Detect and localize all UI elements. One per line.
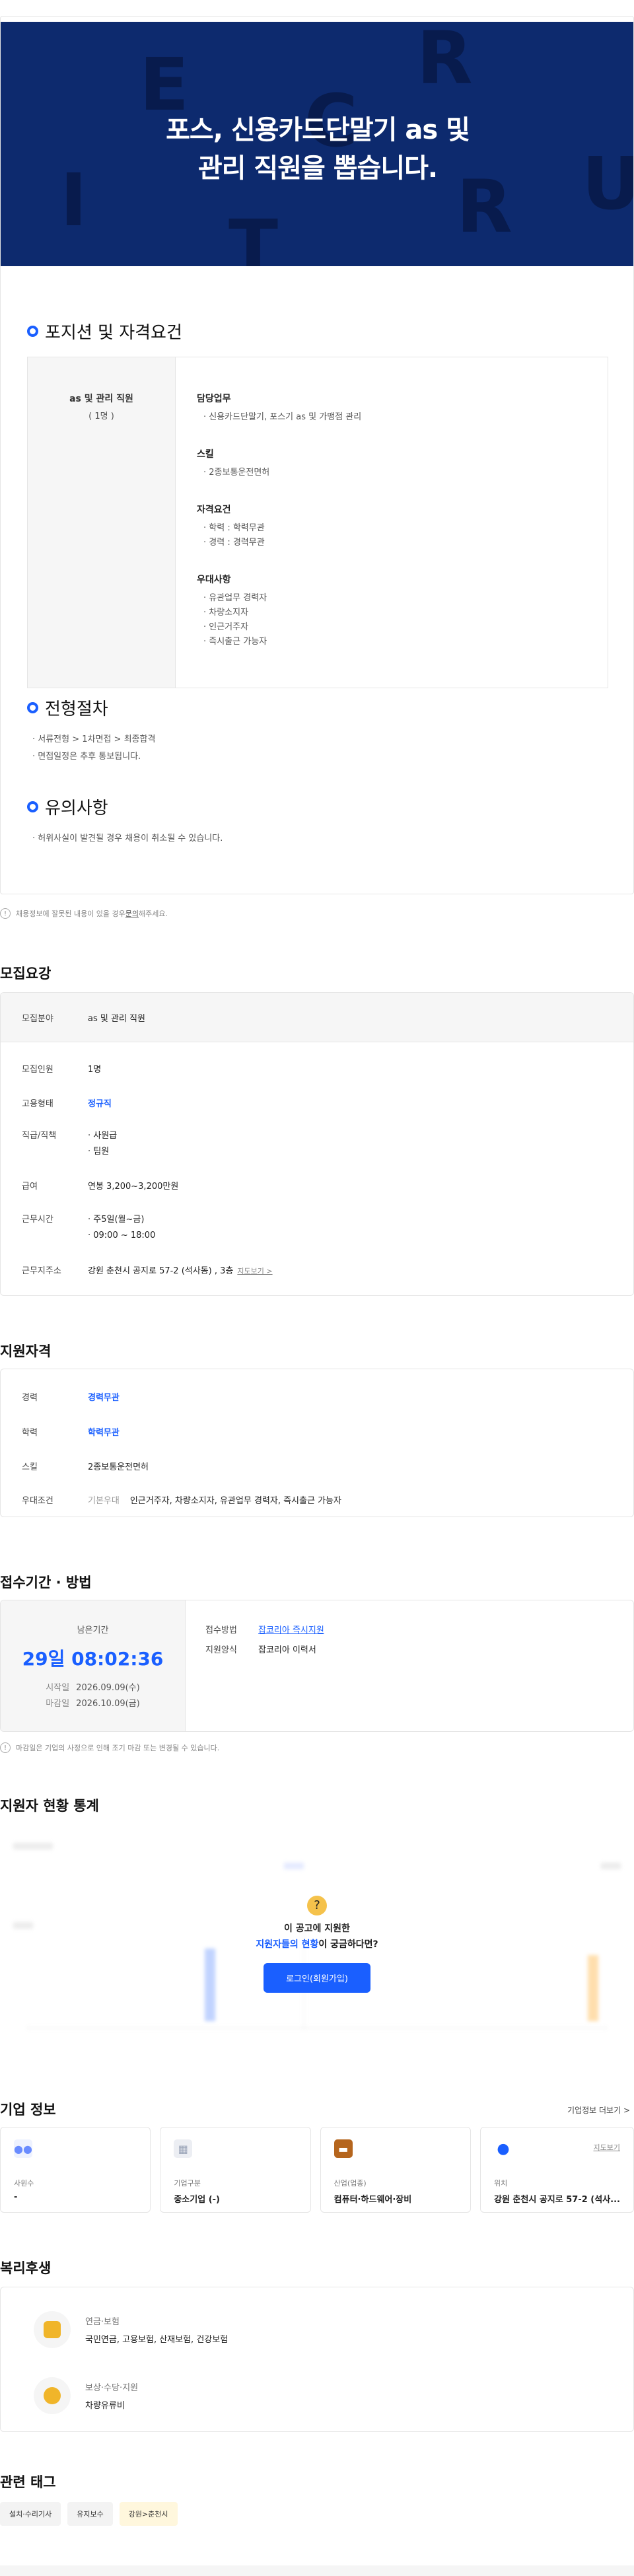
building-icon: ▦: [174, 2139, 193, 2158]
education-row: 학력 학력무관: [22, 1428, 120, 1438]
stats-area: ? 이 공고에 지원한 지원자들의 현황이 궁금하다면? 로그인(회원가입): [0, 1830, 634, 2067]
tag-item[interactable]: 유지보수: [67, 2502, 113, 2526]
work-hours-row: 근무시간 · 주5일(월~금) · 09:00 ~ 18:00: [22, 1215, 156, 1240]
company-more-link[interactable]: 기업정보 더보기 >: [567, 2104, 630, 2116]
count-row: 모집인원 1명: [22, 1065, 102, 1075]
industry-card: ▬ 산업(업종) 컴퓨터·하드웨어·장비: [320, 2127, 471, 2213]
position-details: 담당업무 · 신용카드단말기, 포스기 as 및 가맹점 관리 스킬 · 2종보…: [176, 357, 361, 688]
countdown-timer: 29일 08:02:36: [22, 1648, 164, 1670]
footer-bar: [0, 2565, 634, 2576]
job-post-card: E R C I U T R 포스, 신용카드단말기 as 및관리 직원을 뽑습니…: [0, 16, 634, 894]
career-row: 경력 경력무관: [22, 1393, 120, 1403]
address-row: 근무지주소 강원 춘천시 공지로 57-2 (석사동) , 3층 지도보기 >: [22, 1266, 273, 1276]
qualification-heading: 지원자격: [0, 1343, 52, 1359]
recruit-heading: 모집요강: [0, 966, 52, 982]
ring-bullet-icon: [27, 702, 38, 713]
method-row: 접수방법 잡코리아 즉시지원: [205, 1623, 324, 1635]
requirements-title: 자격요건: [197, 505, 231, 515]
position-name-cell: as 및 관리 직원 ( 1명 ): [28, 357, 176, 688]
form-row: 지원양식 잡코리아 이력서: [205, 1645, 316, 1655]
thinking-face-icon: ?: [307, 1896, 327, 1915]
location-card: ● 지도보기 위치 강원 춘천시 공지로 57-2 (석사...: [479, 2127, 634, 2213]
banner-letter: E: [139, 42, 190, 127]
ring-bullet-icon: [27, 801, 38, 812]
process-heading: 전형절차: [27, 696, 108, 720]
company-type-card: ▦ 기업구분 중소기업 (-): [160, 2127, 311, 2213]
login-prompt: ? 이 공고에 지원한 지원자들의 현황이 궁금하다면? 로그인(회원가입): [218, 1896, 416, 1993]
position-table: as 및 관리 직원 ( 1명 ) 담당업무 · 신용카드단말기, 포스기 as…: [27, 357, 608, 688]
position-heading: 포지션 및 자격요건: [27, 319, 182, 343]
rank-row: 직급/직책 · 사원급 · 팀원: [22, 1131, 118, 1157]
skills-title: 스킬: [197, 449, 214, 460]
quick-apply-link[interactable]: 잡코리아 즉시지원: [258, 1623, 324, 1635]
info-icon: !: [0, 908, 11, 919]
tag-item[interactable]: 강원>춘천시: [119, 2502, 178, 2526]
deadline-note: ! 마감일은 기업의 사정으로 인해 조기 마감 또는 변경될 수 있습니다.: [0, 1742, 219, 1753]
field-row: 모집분야 as 및 관리 직원: [22, 1014, 145, 1024]
caution-lines: · 허위사실이 발견될 경우 채용이 취소될 수 있습니다.: [32, 834, 223, 843]
process-lines: · 서류전형 > 1차면접 > 최종합격 · 면접일정은 추후 통보됩니다.: [32, 734, 156, 762]
job-title: 포스, 신용카드단말기 as 및 관리 직원을 뽑습니다.: [166, 115, 470, 184]
employees-card: ●● 사원수 -: [0, 2127, 151, 2213]
map-link[interactable]: 지도보기 >: [237, 1267, 272, 1275]
briefcase-icon: ▬: [334, 2139, 353, 2158]
banner-letter: T: [229, 204, 279, 266]
map-pin-icon: ●: [493, 2139, 512, 2158]
tags-heading: 관련 태그: [0, 2474, 56, 2490]
welfare-heading: 복리후생: [0, 2260, 52, 2276]
banner-letter: R: [417, 22, 473, 100]
hero-banner: E R C I U T R 포스, 신용카드단말기 as 및관리 직원을 뽑습니…: [1, 22, 633, 266]
salary-row: 급여 연봉 3,200~3,200만원: [22, 1182, 179, 1192]
report-note: ! 채용정보에 잘못된 내용이 있을 경우 문의 해주세요.: [0, 908, 168, 919]
caution-heading: 유의사항: [27, 795, 108, 819]
pension-icon: [34, 2311, 71, 2348]
ring-bullet-icon: [27, 326, 38, 337]
login-button[interactable]: 로그인(회원가입): [264, 1963, 370, 1993]
inquiry-link[interactable]: 문의: [125, 908, 139, 919]
info-icon: !: [0, 1742, 11, 1753]
skill-row: 스킬 2종보통운전면허: [22, 1462, 149, 1472]
qualification-card: 경력 경력무관 학력 학력무관 스킬 2종보통운전면허 우대조건 기본우대 인근거주자, …: [0, 1369, 634, 1517]
apply-card: 남은기간 29일 08:02:36 시작일 2026.09.09(수) 마감일 20…: [0, 1600, 634, 1732]
welfare-item: 연금·보험 국민연금, 고용보험, 산재보험, 건강보험: [34, 2311, 228, 2348]
deadline-panel: 남은기간 29일 08:02:36 시작일 2026.09.09(수) 마감일 20…: [1, 1600, 186, 1731]
people-icon: ●●: [14, 2139, 32, 2158]
stats-heading: 지원자 현황 통계: [0, 1798, 99, 1814]
company-heading: 기업 정보: [0, 2102, 56, 2118]
duties-title: 담당업무: [197, 394, 231, 404]
company-cards: ●● 사원수 - ▦ 기업구분 중소기업 (-) ▬ 산업(업종) 컴퓨터·하드…: [0, 2127, 634, 2213]
preference-row: 우대조건 기본우대 인근거주자, 차량소지자, 유관업무 경력자, 즉시출근 가능자: [22, 1496, 341, 1506]
welfare-item: 보상·수당·지원 차량유류비: [34, 2377, 138, 2414]
tag-list: 설치·수리기사 유지보수 강원>춘천시: [0, 2502, 178, 2526]
apply-heading: 접수기간 · 방법: [0, 1575, 92, 1591]
recruit-card: 모집분야 as 및 관리 직원 모집인원 1명 고용형태 정규직 직급/직책 · 사원급…: [0, 992, 634, 1296]
tag-item[interactable]: 설치·수리기사: [0, 2502, 61, 2526]
preferences-title: 우대사항: [197, 575, 231, 585]
employment-type-row: 고용형태 정규직: [22, 1099, 112, 1109]
welfare-card: 연금·보험 국민연금, 고용보험, 산재보험, 건강보험 보상·수당·지원 차량유류…: [0, 2287, 634, 2432]
money-bag-icon: [34, 2377, 71, 2414]
location-map-link[interactable]: 지도보기: [594, 2142, 620, 2153]
